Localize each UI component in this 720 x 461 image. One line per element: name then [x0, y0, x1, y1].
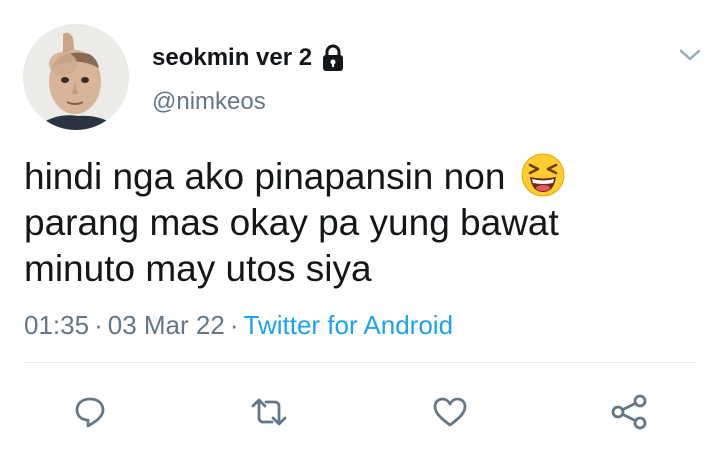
tweet-text-line-2: parang mas okay pa yung bawat [24, 202, 559, 243]
reply-button[interactable] [68, 392, 112, 432]
avatar[interactable] [23, 24, 129, 130]
tweet-text-line-3: minuto may utos siya [24, 248, 372, 289]
tweet-text-line-1-content: hindi nga ako pinapansin non [24, 156, 506, 197]
laughing-face-emoji-icon [521, 153, 565, 197]
tweet-text: hindi nga ako pinapansin non parang mas … [24, 152, 684, 292]
tweet-text-line-1: hindi nga ako pinapansin non [24, 152, 684, 200]
like-button[interactable] [428, 392, 472, 432]
thumbs-up-avatar-icon [23, 24, 129, 130]
chevron-down-icon[interactable] [676, 44, 704, 66]
retweet-icon [251, 398, 287, 426]
tweet-time: 01:35 [24, 310, 90, 340]
lock-icon [323, 44, 344, 71]
tweet-source-link[interactable]: Twitter for Android [244, 310, 454, 340]
tweet-date: 03 Mar 22 [107, 310, 225, 340]
tweet-card: seokmin ver 2 @nimkeos hindi nga ako pin… [0, 0, 720, 461]
like-icon [433, 397, 467, 427]
reply-icon [75, 397, 105, 428]
divider [24, 362, 696, 363]
tweet-meta: 01:35 · 03 Mar 22 · Twitter for Android [24, 310, 453, 341]
meta-separator: · [229, 310, 239, 340]
share-icon [611, 394, 647, 430]
share-button[interactable] [607, 392, 651, 432]
display-name[interactable]: seokmin ver 2 [152, 44, 312, 72]
display-name-row: seokmin ver 2 [152, 40, 346, 76]
meta-separator: · [94, 310, 103, 340]
user-handle[interactable]: @nimkeos [152, 88, 266, 116]
retweet-button[interactable] [247, 392, 291, 432]
